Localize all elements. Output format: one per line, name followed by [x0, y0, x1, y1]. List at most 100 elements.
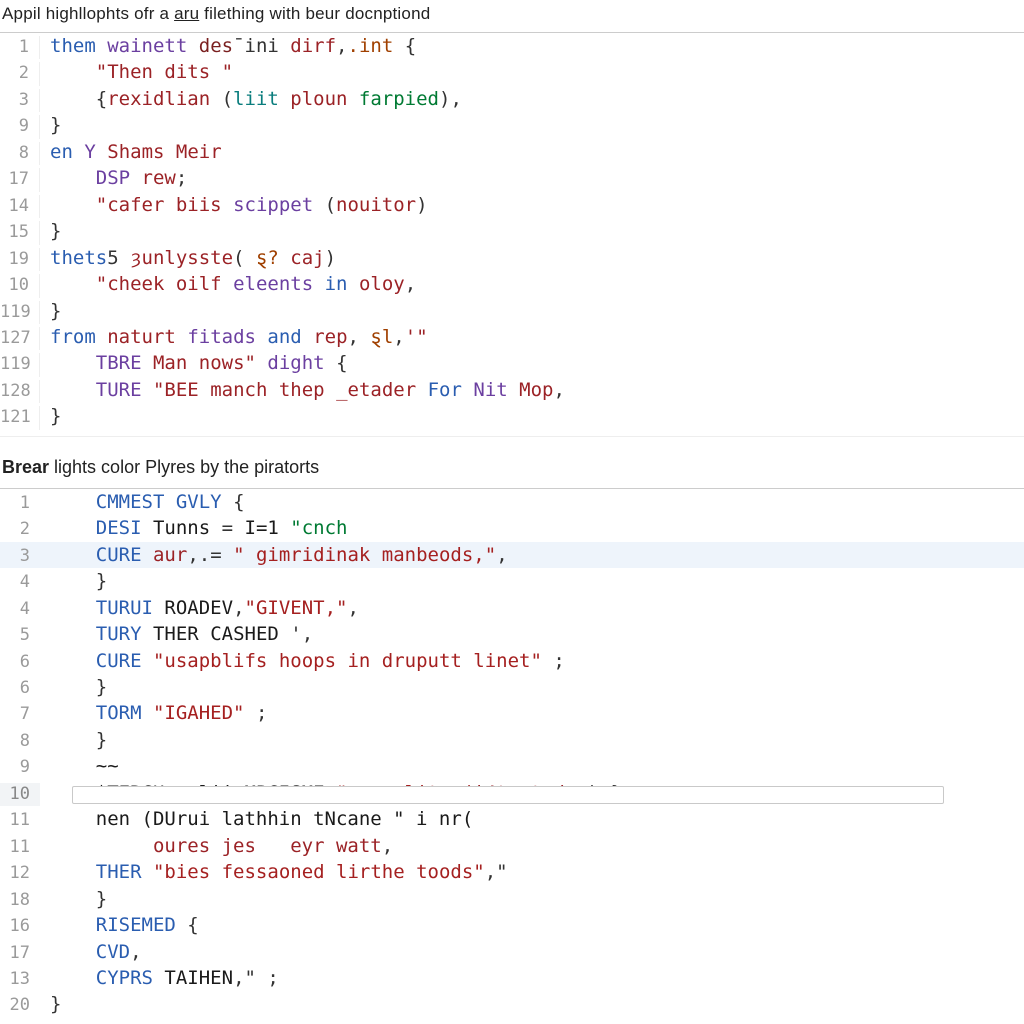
code-line[interactable]: 17 DSP rew;	[0, 165, 1024, 191]
code-line[interactable]: 8en Y Shams Meir	[0, 139, 1024, 165]
code-content: DESI Tunns = I=1 "cnch	[40, 515, 1024, 541]
line-number: 20	[0, 994, 40, 1017]
line-number: 7	[0, 703, 40, 726]
code-content: en Y Shams Meir	[40, 139, 1024, 165]
line-number: 10	[0, 274, 40, 297]
line-number: 119	[0, 353, 40, 376]
code-content: TORM "IGAHED" ;	[40, 700, 1024, 726]
code-line[interactable]: 6 CURE "usapblifs hoops in druputt linet…	[0, 648, 1024, 674]
line-number: 10	[0, 783, 40, 806]
code-line[interactable]: 8 }	[0, 727, 1024, 753]
line-number: 4	[0, 598, 40, 621]
code-line[interactable]: 4 }	[0, 568, 1024, 594]
code-content: }	[40, 991, 1024, 1017]
code-content: CURE aur,.= " gimridinak manbeods,",	[40, 542, 1024, 568]
code-content: CURE "usapblifs hoops in druputt linet" …	[40, 648, 1024, 674]
line-number: 11	[0, 809, 40, 832]
line-number: 8	[0, 730, 40, 753]
code-content: }	[40, 674, 1024, 700]
code-content: them wainett desˉini dirf,.int {	[40, 33, 1024, 59]
line-number: 14	[0, 195, 40, 218]
code-line[interactable]: 1them wainett desˉini dirf,.int {	[0, 33, 1024, 59]
code-line[interactable]: 9 ~~	[0, 753, 1024, 779]
line-number: 1	[0, 36, 40, 59]
code-line[interactable]: 19thets5 ȝunlysste( ȿ? caj)	[0, 245, 1024, 271]
line-number: 5	[0, 624, 40, 647]
code-content: }	[40, 298, 1024, 324]
line-number: 6	[0, 677, 40, 700]
code-content: }	[40, 112, 1024, 138]
line-number: 17	[0, 942, 40, 965]
code-line[interactable]: 13 CYPRS TAIHEN," ;	[0, 965, 1024, 991]
code-line[interactable]: 1 CMMEST GVLY {	[0, 489, 1024, 515]
line-number: 16	[0, 915, 40, 938]
code-content: TURE "BEE manch thep _etader For Nit Mop…	[40, 377, 1024, 403]
code-editor-2[interactable]: 1 CMMEST GVLY {2 DESI Tunns = I=1 "cnch3…	[0, 488, 1024, 1024]
code-content: }	[40, 568, 1024, 594]
code-content: }	[40, 886, 1024, 912]
code-line[interactable]: 4 TURUI ROADEV,"GIVENT,",	[0, 595, 1024, 621]
code-editor-1[interactable]: 1them wainett desˉini dirf,.int {2 "Then…	[0, 32, 1024, 437]
line-number: 6	[0, 651, 40, 674]
code-content: "cafer biis scippet (nouitor)	[40, 192, 1024, 218]
code-content: "cheek oilf eleents in oloy,	[40, 271, 1024, 297]
code-line[interactable]: 9}	[0, 112, 1024, 138]
line-number: 128	[0, 380, 40, 403]
code-content: RISEMED {	[40, 912, 1024, 938]
code-line[interactable]: 10 "cheek oilf eleents in oloy,	[0, 271, 1024, 297]
line-number: 13	[0, 968, 40, 991]
code-line[interactable]: 14 "cafer biis scippet (nouitor)	[0, 192, 1024, 218]
code-content: CVD,	[40, 939, 1024, 965]
line-number: 3	[0, 545, 40, 568]
line-number: 119	[0, 301, 40, 324]
line-number: 17	[0, 168, 40, 191]
code-content: thets5 ȝunlysste( ȿ? caj)	[40, 245, 1024, 271]
code-content: }	[40, 727, 1024, 753]
code-content: from naturt fitads and rep, ȿl,'"	[40, 324, 1024, 350]
code-line[interactable]: 16 RISEMED {	[0, 912, 1024, 938]
line-number: 3	[0, 89, 40, 112]
code-line[interactable]: 3 {rexidlian (liit ploun farpied),	[0, 86, 1024, 112]
code-content: THER "bies fessaoned lirthe toods","	[40, 859, 1024, 885]
code-line[interactable]: 18 }	[0, 886, 1024, 912]
code-content: nen (DUrui lathhin tNcane " i nr(	[40, 806, 1024, 832]
code-line[interactable]: 2 "Then dits "	[0, 59, 1024, 85]
line-number: 15	[0, 221, 40, 244]
code-content: CYPRS TAIHEN," ;	[40, 965, 1024, 991]
line-number: 2	[0, 62, 40, 85]
code-content: DSP rew;	[40, 165, 1024, 191]
line-number: 19	[0, 248, 40, 271]
code-content: }	[40, 403, 1024, 429]
code-line[interactable]: 3 CURE aur,.= " gimridinak manbeods,",	[0, 542, 1024, 568]
line-number: 12	[0, 862, 40, 885]
code-line[interactable]: 6 }	[0, 674, 1024, 700]
line-number: 127	[0, 327, 40, 350]
code-line[interactable]: 12 THER "bies fessaoned lirthe toods","	[0, 859, 1024, 885]
code-line[interactable]: 10 ˈTERCH_seliiuMPCISME "sasaylite:(i4t,…	[0, 780, 1024, 806]
line-number: 4	[0, 571, 40, 594]
code-content: "Then dits "	[40, 59, 1024, 85]
code-line[interactable]: 7 TORM "IGAHED" ;	[0, 700, 1024, 726]
code-line[interactable]: 15}	[0, 218, 1024, 244]
selection-overlay	[72, 786, 944, 804]
code-line[interactable]: 128 TURE "BEE manch thep _etader For Nit…	[0, 377, 1024, 403]
line-number: 9	[0, 756, 40, 779]
code-line[interactable]: 17 CVD,	[0, 939, 1024, 965]
line-number: 8	[0, 142, 40, 165]
code-content: TURY THER CASHED ',	[40, 621, 1024, 647]
code-line[interactable]: 127from naturt fitads and rep, ȿl,'"	[0, 324, 1024, 350]
code-content: ~~	[40, 753, 1024, 779]
code-line[interactable]: 2 DESI Tunns = I=1 "cnch	[0, 515, 1024, 541]
code-line[interactable]: 20}	[0, 991, 1024, 1017]
code-line[interactable]: 121}	[0, 403, 1024, 429]
code-content: CMMEST GVLY {	[40, 489, 1024, 515]
code-line[interactable]: 119}	[0, 298, 1024, 324]
section-title-1: Appil highllophts ofr a aru filething wi…	[0, 0, 1024, 32]
code-line[interactable]: 5 TURY THER CASHED ',	[0, 621, 1024, 647]
code-content: TURUI ROADEV,"GIVENT,",	[40, 595, 1024, 621]
line-number: 1	[0, 492, 40, 515]
code-line[interactable]: 119 TBRE Man nows" dight {	[0, 350, 1024, 376]
code-line[interactable]: 11 oures jes eyr watt,	[0, 833, 1024, 859]
line-number: 18	[0, 889, 40, 912]
code-line[interactable]: 11 nen (DUrui lathhin tNcane " i nr(	[0, 806, 1024, 832]
